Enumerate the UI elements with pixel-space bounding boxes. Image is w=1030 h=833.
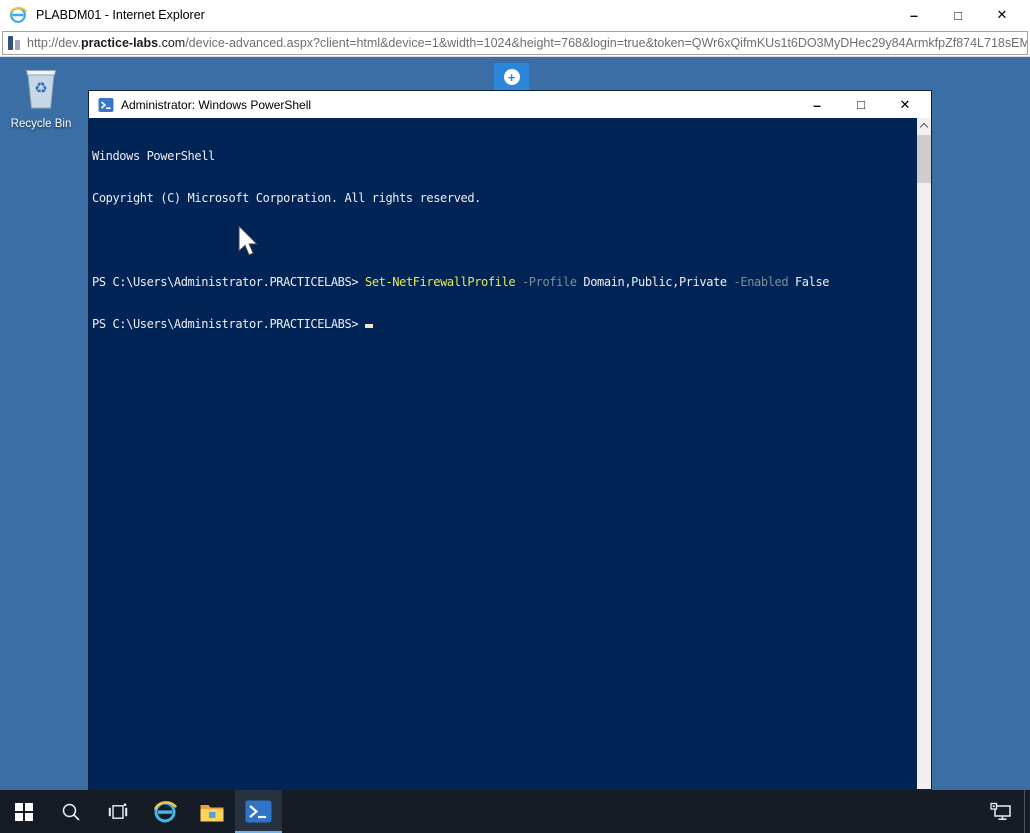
taskbar [0, 790, 1030, 833]
powershell-icon [98, 97, 114, 112]
text-cursor [365, 324, 373, 328]
url-scheme-host: http://dev. [27, 36, 81, 50]
console-line: Windows PowerShell [92, 149, 917, 163]
scrollbar-thumb[interactable] [917, 135, 931, 183]
console-scrollbar[interactable] [917, 118, 931, 789]
console-output[interactable]: Windows PowerShell Copyright (C) Microso… [89, 118, 917, 789]
show-desktop-button[interactable] [1024, 790, 1030, 833]
task-view-button[interactable] [94, 790, 141, 833]
scroll-up-button[interactable] [917, 118, 931, 133]
argument-text: Domain,Public,Private [576, 275, 727, 289]
url-domain: practice-labs [80, 36, 159, 50]
mouse-cursor [238, 225, 259, 256]
console-prompt-line: PS C:\Users\Administrator.PRACTICELABS> [92, 317, 917, 331]
file-explorer-icon [200, 804, 223, 821]
ps-close-button[interactable]: ✕ [883, 93, 927, 117]
maximize-button[interactable]: □ [936, 2, 980, 28]
ps-minimize-button[interactable]: – [795, 93, 839, 117]
url-tld: .com [158, 36, 186, 50]
recycle-bin-shortcut[interactable]: ♻ Recycle Bin [9, 65, 73, 130]
close-button[interactable]: ✕ [980, 2, 1024, 28]
parameter-text: -Profile [515, 275, 577, 289]
powershell-taskbar-button[interactable] [235, 790, 282, 833]
site-favicon [8, 36, 21, 50]
internet-explorer-taskbar-button[interactable] [141, 790, 188, 833]
network-icon [990, 802, 1011, 820]
window-title: PLABDM01 - Internet Explorer [36, 8, 205, 22]
file-explorer-taskbar-button[interactable] [188, 790, 235, 833]
ie-window: PLABDM01 - Internet Explorer – □ ✕ http:… [0, 0, 1030, 833]
svg-text:♻: ♻ [34, 80, 47, 97]
search-icon [62, 803, 80, 821]
network-tray-button[interactable] [978, 790, 1024, 833]
internet-explorer-icon [153, 800, 177, 822]
start-button[interactable] [0, 790, 47, 833]
prompt-text: PS C:\Users\Administrator.PRACTICELABS> [92, 275, 365, 289]
powershell-titlebar[interactable]: Administrator: Windows PowerShell – □ ✕ [89, 91, 931, 118]
console-line: Copyright (C) Microsoft Corporation. All… [92, 191, 917, 205]
ie-titlebar: PLABDM01 - Internet Explorer – □ ✕ [0, 0, 1030, 30]
recycle-bin-icon: ♻ [25, 70, 57, 109]
powershell-window: Administrator: Windows PowerShell – □ ✕ … [88, 90, 932, 790]
remote-desktop: + ♻ Recycle Bin Administrator: Windows P… [0, 57, 1030, 790]
powershell-window-controls: – □ ✕ [795, 93, 927, 117]
recycle-bin-label: Recycle Bin [10, 118, 72, 130]
parameter-text: -Enabled [726, 275, 789, 289]
taskbar-spacer [282, 790, 978, 833]
url-input[interactable]: http://dev. practice-labs .com/device-adva… [2, 31, 1028, 55]
powershell-window-title: Administrator: Windows PowerShell [121, 97, 312, 112]
task-view-icon [108, 803, 127, 819]
console-command-line: PS C:\Users\Administrator.PRACTICELABS> … [92, 275, 917, 289]
minimize-button[interactable]: – [892, 2, 936, 28]
banner-text: Windows PowerShell [92, 149, 215, 163]
windows-logo-icon [14, 802, 33, 821]
plus-icon: + [503, 69, 520, 85]
internet-explorer-icon [9, 6, 28, 23]
search-button[interactable] [47, 790, 94, 833]
ie-window-controls: – □ ✕ [892, 2, 1024, 28]
address-bar-row: http://dev. practice-labs .com/device-adva… [0, 30, 1030, 57]
prompt-text: PS C:\Users\Administrator.PRACTICELABS> [92, 317, 365, 331]
add-tab-button[interactable]: + [494, 63, 529, 91]
chevron-up-icon [919, 122, 929, 132]
command-text: Set-NetFirewallProfile [365, 275, 516, 289]
copyright-text: Copyright (C) Microsoft Corporation. All… [92, 191, 482, 205]
argument-text: False [788, 275, 830, 289]
url-path: /device-advanced.aspx?client=html&device… [185, 36, 1028, 50]
ps-maximize-button[interactable]: □ [839, 93, 883, 117]
powershell-icon [245, 800, 272, 823]
